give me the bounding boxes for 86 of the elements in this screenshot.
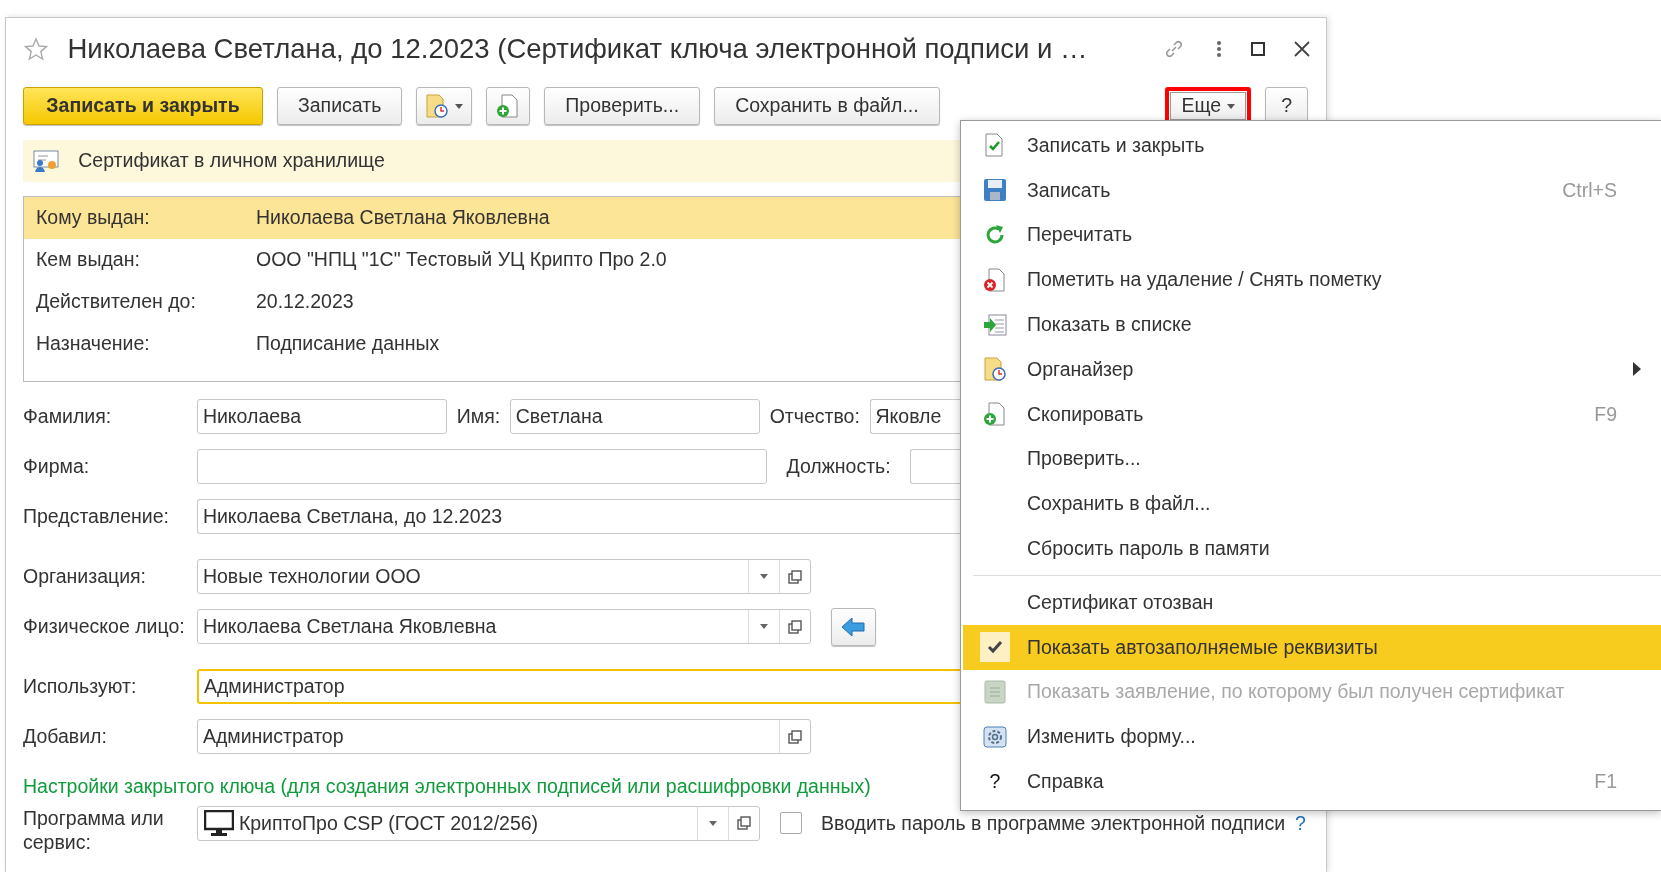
field-label: Фамилия: bbox=[23, 404, 113, 430]
document-add-icon bbox=[496, 94, 521, 118]
menu-item[interactable]: Проверить... bbox=[963, 436, 1661, 482]
menu-item[interactable]: Сбросить пароль в памяти bbox=[963, 526, 1661, 571]
field-value: Подписание данных bbox=[256, 331, 440, 357]
menu-item[interactable]: Скопировать F9 bbox=[963, 391, 1661, 437]
caret-icon bbox=[455, 103, 464, 109]
field-label: Добавил: bbox=[23, 724, 108, 750]
organizer-icon bbox=[983, 357, 1007, 382]
input-field[interactable]: Светлана bbox=[509, 399, 760, 435]
input-field[interactable]: Николаева Светлана, до 12.2023 bbox=[197, 499, 961, 535]
shortcut-text: Ctrl+S bbox=[1562, 177, 1618, 203]
save-close-button[interactable]: Записать и закрыть bbox=[23, 87, 263, 125]
input-field[interactable] bbox=[910, 449, 961, 485]
field-label: Фирма: bbox=[23, 454, 91, 480]
dropdown-icon[interactable] bbox=[760, 624, 768, 630]
toolbar-button[interactable]: Сохранить в файл... bbox=[714, 87, 940, 125]
input-field[interactable]: КриптоПро CSP (ГОСТ 2012/256) bbox=[197, 805, 760, 841]
checkbox-label: Вводить пароль в программе электронной подписи bbox=[821, 810, 1286, 836]
section-heading: Настройки закрытого ключа (для создания электронных подписей или расшифровки данных) bbox=[23, 773, 872, 799]
open-icon[interactable] bbox=[788, 569, 802, 584]
document-delete-icon bbox=[983, 267, 1007, 292]
field-label: Назначение: bbox=[36, 331, 151, 357]
menu-item[interactable]: Сохранить в файл... bbox=[963, 481, 1661, 527]
window-title: Николаева Светлана, до 12.2023 (Сертификат ключа электронной подписи и … bbox=[67, 32, 1088, 67]
field-label: Отчество: bbox=[768, 404, 861, 430]
menu-item[interactable]: Сертификат отозван bbox=[963, 579, 1661, 625]
dropdown-icon[interactable] bbox=[709, 820, 717, 826]
field-label: Программа или сервис: bbox=[23, 805, 165, 855]
fill-button[interactable] bbox=[830, 607, 876, 646]
field-label: Кем выдан: bbox=[36, 247, 141, 273]
menu-item[interactable]: Органайзер bbox=[963, 347, 1661, 392]
open-icon[interactable] bbox=[788, 619, 802, 634]
document-add-icon bbox=[983, 402, 1007, 427]
open-icon[interactable] bbox=[788, 729, 802, 744]
check-icon bbox=[987, 640, 1003, 655]
organizer-button[interactable] bbox=[416, 87, 473, 125]
input-field[interactable]: Николаева bbox=[197, 399, 447, 435]
field-label: Действителен до: bbox=[36, 289, 197, 315]
certificate-icon bbox=[32, 149, 59, 173]
input-field[interactable]: Яковле bbox=[869, 399, 961, 435]
input-field[interactable]: Администратор bbox=[197, 719, 811, 755]
toolbar-button[interactable]: Записать bbox=[277, 87, 403, 125]
arrow-left-icon bbox=[841, 616, 866, 637]
info-text: Сертификат в личном хранилище bbox=[78, 148, 385, 174]
menu-item[interactable]: Перечитать bbox=[963, 212, 1661, 258]
field-label: Имя: bbox=[455, 404, 502, 430]
menu-item[interactable]: Показать в списке bbox=[963, 302, 1661, 347]
menu-item[interactable]: Записать Ctrl+S bbox=[963, 167, 1661, 213]
copy-button[interactable] bbox=[486, 87, 531, 125]
toolbar-button[interactable]: Проверить... bbox=[544, 87, 701, 125]
caret-icon bbox=[1227, 103, 1236, 109]
gear-icon bbox=[983, 724, 1007, 749]
document-lines-icon bbox=[983, 679, 1007, 704]
close-icon[interactable] bbox=[1294, 41, 1310, 57]
field-label: Организация: bbox=[23, 564, 148, 590]
menu-item[interactable]: Пометить на удаление / Снять пометку bbox=[963, 257, 1661, 303]
input-field[interactable] bbox=[197, 449, 767, 485]
help-link[interactable]: ? bbox=[1294, 808, 1306, 838]
input-field[interactable]: Администратор bbox=[197, 669, 961, 705]
field-label: Используют: bbox=[23, 674, 138, 700]
checkbox[interactable] bbox=[779, 812, 802, 835]
menu-item[interactable]: Показать автозаполняемые реквизиты bbox=[963, 624, 1661, 670]
field-label: Должность: bbox=[785, 454, 892, 480]
more-vertical-icon[interactable] bbox=[1215, 40, 1222, 58]
menu-item[interactable]: ? Справка F1 bbox=[963, 759, 1661, 804]
field-value: Николаева Светлана Яковлевна bbox=[256, 205, 550, 231]
star-icon[interactable] bbox=[24, 37, 48, 61]
input-field[interactable]: Николаева Светлана Яковлевна bbox=[197, 609, 811, 645]
dropdown-icon[interactable] bbox=[760, 574, 768, 580]
field-label: Представление: bbox=[23, 504, 171, 530]
open-icon[interactable] bbox=[737, 816, 751, 831]
field-label: Физическое лицо: bbox=[23, 614, 186, 640]
help-icon: ? bbox=[989, 766, 1001, 797]
monitor-icon bbox=[204, 810, 234, 837]
field-value: ООО "НПЦ "1С" Тестовый УЦ Крипто Про 2.0 bbox=[256, 247, 667, 273]
field-value: 20.12.2023 bbox=[256, 289, 354, 315]
shortcut-text: F1 bbox=[1594, 768, 1618, 794]
list-arrow-icon bbox=[983, 312, 1007, 337]
menu-item[interactable]: Изменить форму... bbox=[963, 714, 1661, 760]
organizer-icon bbox=[425, 94, 450, 118]
field-label: Кому выдан: bbox=[36, 205, 151, 231]
shortcut-text: F9 bbox=[1594, 401, 1618, 427]
menu-item[interactable]: Записать и закрыть bbox=[963, 123, 1661, 168]
maximize-icon[interactable] bbox=[1250, 42, 1265, 56]
input-field[interactable]: Новые технологии ООО bbox=[197, 559, 811, 595]
